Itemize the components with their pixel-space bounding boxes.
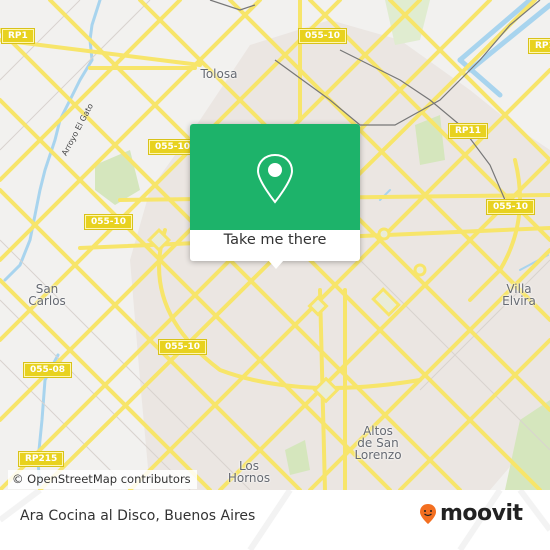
road-shield: 055-10 <box>147 139 198 155</box>
place-label-text: Villa Elvira <box>502 282 536 308</box>
place-label: Altos de San Lorenzo <box>348 425 408 461</box>
popup-header[interactable] <box>190 124 360 230</box>
road-shield: 055-10 <box>157 339 208 355</box>
map-attribution[interactable]: © OpenStreetMap contributors <box>8 470 197 489</box>
road-shield: RP215 <box>17 451 65 467</box>
place-label: Los Hornos <box>224 460 274 484</box>
place-label-text: Los Hornos <box>227 459 271 485</box>
road-shield: 055-10 <box>83 214 134 230</box>
place-label: Villa Elvira <box>494 283 544 307</box>
moovit-logo[interactable]: moovit <box>419 502 523 526</box>
place-label: Tolosa <box>200 67 238 81</box>
road-shield: 055-08 <box>22 362 73 378</box>
location-title: Ara Cocina al Disco, Buenos Aires <box>20 508 256 524</box>
map-pin-icon <box>256 153 294 204</box>
popup-pointer <box>268 260 284 269</box>
place-label-text: San Carlos <box>28 282 66 308</box>
place-label: San Carlos <box>22 283 72 307</box>
road-shield: RP1 <box>528 38 550 54</box>
take-me-there-button[interactable]: Take me there <box>190 232 360 248</box>
road-shield: 055-10 <box>297 28 348 44</box>
road-shield: RP11 <box>447 123 489 139</box>
location-popup[interactable]: Take me there <box>190 124 360 269</box>
place-label-text: Altos de San Lorenzo <box>354 424 402 462</box>
road-shield: 055-10 <box>485 199 536 215</box>
moovit-pin-icon <box>420 504 436 524</box>
moovit-wordmark: moovit <box>440 501 523 526</box>
road-shield: RP1 <box>1 28 35 44</box>
map[interactable]: RP1 055-10 055-10 RP11 055-10 055-10 055… <box>0 0 550 490</box>
